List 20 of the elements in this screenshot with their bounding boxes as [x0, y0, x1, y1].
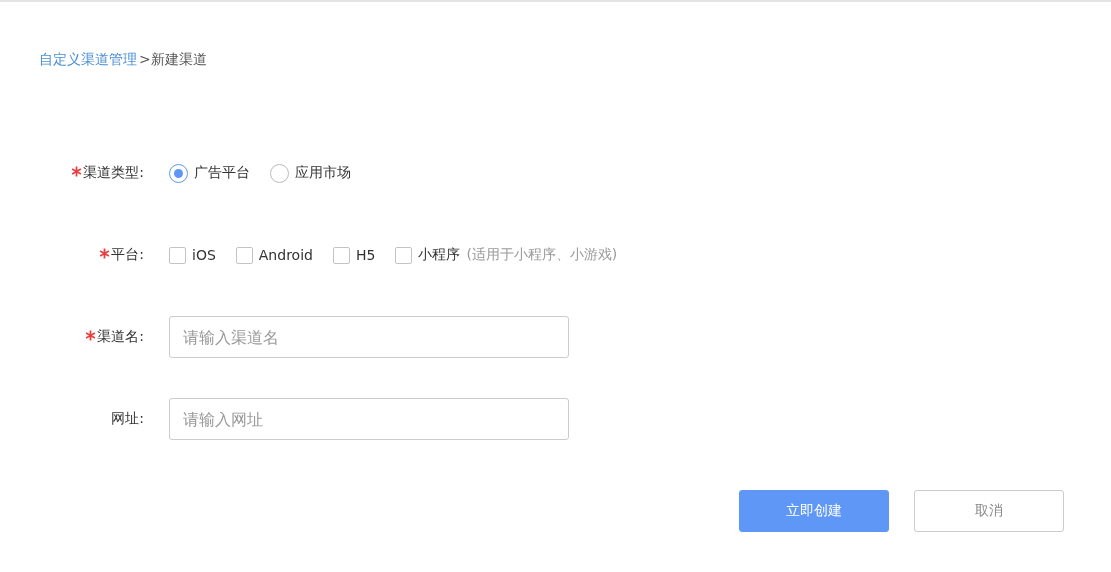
checkbox-icon[interactable]	[395, 246, 413, 264]
checkbox-option[interactable]: Android	[235, 246, 313, 264]
field-label: 渠道类型:	[83, 164, 144, 182]
checkbox-option[interactable]: 小程序	[395, 246, 461, 264]
breadcrumb-current: >新建渠道	[139, 51, 207, 69]
breadcrumb-link[interactable]: 自定义渠道管理	[39, 51, 137, 69]
checkbox-option[interactable]: H5	[332, 246, 376, 264]
text-field[interactable]: 请输入渠道名	[169, 316, 569, 358]
hint-text: (适用于小程序、小游戏)	[466, 246, 618, 264]
text-field[interactable]: 请输入网址	[169, 398, 569, 440]
checkbox-icon[interactable]	[169, 246, 186, 264]
radio-option[interactable]: 应用市场	[270, 163, 351, 183]
field-label: 网址:	[111, 410, 144, 428]
checkbox-option[interactable]: iOS	[169, 246, 216, 264]
checkbox-icon[interactable]	[235, 246, 253, 264]
cancel-button[interactable]: 取消	[914, 490, 1064, 532]
field-label: 渠道名:	[97, 328, 144, 346]
checkbox-icon[interactable]	[332, 246, 350, 264]
field-label: 平台:	[111, 246, 144, 264]
radio-option[interactable]: 广告平台	[169, 163, 250, 183]
